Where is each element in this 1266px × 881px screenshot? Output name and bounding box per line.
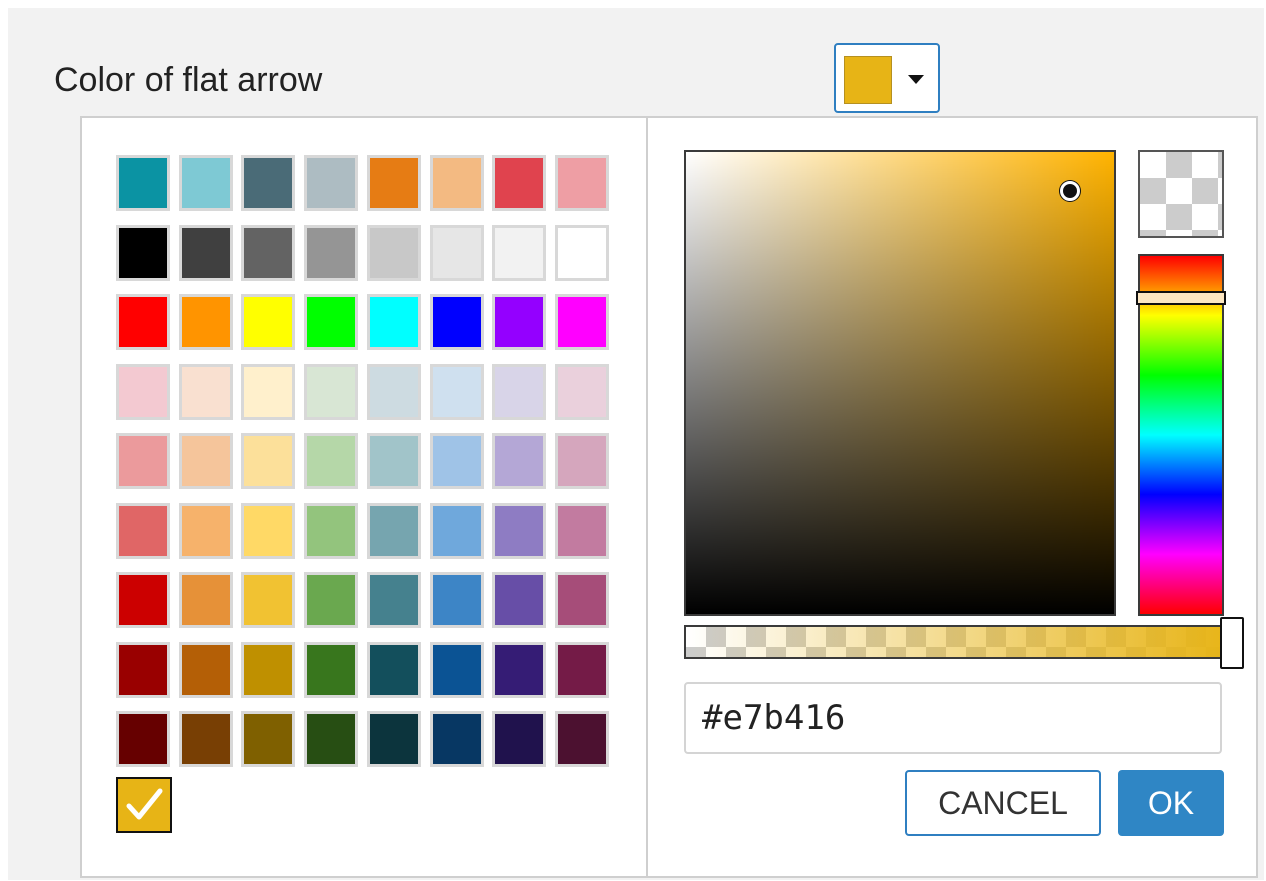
palette-swatch[interactable] bbox=[304, 364, 358, 420]
palette-swatch[interactable] bbox=[367, 225, 421, 281]
palette-swatch[interactable] bbox=[430, 572, 484, 628]
palette-swatch[interactable] bbox=[179, 433, 233, 489]
palette-swatch[interactable] bbox=[492, 711, 546, 767]
palette-swatch[interactable] bbox=[179, 572, 233, 628]
palette-swatch[interactable] bbox=[116, 503, 170, 559]
palette-swatch[interactable] bbox=[367, 155, 421, 211]
ok-button[interactable]: OK bbox=[1118, 770, 1224, 836]
palette-swatch[interactable] bbox=[116, 711, 170, 767]
palette-swatch[interactable] bbox=[241, 155, 295, 211]
palette-swatch[interactable] bbox=[430, 503, 484, 559]
palette-swatch[interactable] bbox=[430, 711, 484, 767]
palette-swatch[interactable] bbox=[430, 225, 484, 281]
palette-swatch[interactable] bbox=[555, 294, 609, 350]
palette-swatch[interactable] bbox=[492, 433, 546, 489]
palette-swatch[interactable] bbox=[430, 294, 484, 350]
palette-swatch[interactable] bbox=[304, 433, 358, 489]
hex-color-input[interactable] bbox=[684, 682, 1222, 754]
palette-swatch[interactable] bbox=[367, 572, 421, 628]
palette-swatch[interactable] bbox=[555, 225, 609, 281]
palette-swatch[interactable] bbox=[241, 364, 295, 420]
palette-swatch[interactable] bbox=[555, 711, 609, 767]
palette-swatch[interactable] bbox=[179, 642, 233, 698]
alpha-slider[interactable] bbox=[684, 625, 1232, 659]
palette-swatch[interactable] bbox=[241, 642, 295, 698]
palette-swatch[interactable] bbox=[430, 433, 484, 489]
palette-swatch[interactable] bbox=[241, 433, 295, 489]
palette-swatch[interactable] bbox=[367, 642, 421, 698]
palette-swatch[interactable] bbox=[492, 364, 546, 420]
palette-swatch[interactable] bbox=[555, 155, 609, 211]
palette-swatch[interactable] bbox=[367, 433, 421, 489]
palette-swatch[interactable] bbox=[304, 225, 358, 281]
palette-swatch[interactable] bbox=[430, 364, 484, 420]
palette-swatch[interactable] bbox=[116, 294, 170, 350]
palette-swatch[interactable] bbox=[116, 642, 170, 698]
palette-swatch[interactable] bbox=[492, 225, 546, 281]
palette-swatch[interactable] bbox=[430, 155, 484, 211]
palette-swatch[interactable] bbox=[555, 364, 609, 420]
sv-black-layer bbox=[686, 152, 1114, 614]
palette-swatch[interactable] bbox=[241, 294, 295, 350]
palette-swatch[interactable] bbox=[116, 155, 170, 211]
alpha-gradient bbox=[686, 627, 1230, 657]
palette-swatch[interactable] bbox=[179, 155, 233, 211]
alpha-slider-handle[interactable] bbox=[1220, 617, 1244, 669]
current-color-swatch bbox=[844, 56, 892, 104]
palette-swatch[interactable] bbox=[555, 572, 609, 628]
transparency-preview bbox=[1138, 150, 1224, 238]
palette-swatch[interactable] bbox=[116, 364, 170, 420]
palette-swatch[interactable] bbox=[367, 294, 421, 350]
palette-swatch[interactable] bbox=[492, 294, 546, 350]
palette-swatch[interactable] bbox=[304, 572, 358, 628]
palette-swatch[interactable] bbox=[241, 572, 295, 628]
palette-swatch[interactable] bbox=[304, 642, 358, 698]
palette-swatch[interactable] bbox=[492, 155, 546, 211]
palette-swatch[interactable] bbox=[179, 503, 233, 559]
palette-swatch[interactable] bbox=[241, 503, 295, 559]
palette-swatch[interactable] bbox=[241, 711, 295, 767]
palette-swatch[interactable] bbox=[367, 503, 421, 559]
color-dropdown-button[interactable] bbox=[834, 43, 940, 113]
palette-swatch[interactable] bbox=[116, 225, 170, 281]
palette-swatch[interactable] bbox=[492, 503, 546, 559]
palette-swatch[interactable] bbox=[179, 364, 233, 420]
saturation-value-area[interactable] bbox=[684, 150, 1116, 616]
selected-color-swatch[interactable] bbox=[116, 777, 172, 833]
palette-swatch[interactable] bbox=[116, 572, 170, 628]
hue-slider-handle[interactable] bbox=[1136, 291, 1226, 305]
palette-swatch[interactable] bbox=[555, 642, 609, 698]
palette-swatch[interactable] bbox=[241, 225, 295, 281]
palette-swatch[interactable] bbox=[492, 642, 546, 698]
palette-swatch[interactable] bbox=[304, 155, 358, 211]
palette-swatch[interactable] bbox=[492, 572, 546, 628]
palette-swatch[interactable] bbox=[304, 503, 358, 559]
palette-swatch[interactable] bbox=[367, 364, 421, 420]
palette-swatch[interactable] bbox=[116, 433, 170, 489]
caret-down-icon bbox=[908, 75, 924, 84]
cancel-button[interactable]: CANCEL bbox=[905, 770, 1101, 836]
popup-divider bbox=[646, 118, 648, 876]
hue-slider[interactable] bbox=[1138, 254, 1224, 616]
sv-marker-handle[interactable] bbox=[1060, 181, 1080, 201]
color-setting-panel: Color of flat arrow CANCEL OK bbox=[0, 0, 1266, 881]
checkmark-icon bbox=[126, 788, 163, 820]
palette-swatch[interactable] bbox=[179, 225, 233, 281]
palette-swatch[interactable] bbox=[430, 642, 484, 698]
palette-swatch[interactable] bbox=[367, 711, 421, 767]
palette-swatch[interactable] bbox=[179, 711, 233, 767]
palette-swatch[interactable] bbox=[555, 503, 609, 559]
field-label: Color of flat arrow bbox=[54, 61, 323, 99]
palette-swatch[interactable] bbox=[555, 433, 609, 489]
palette-swatch[interactable] bbox=[179, 294, 233, 350]
palette-swatch[interactable] bbox=[304, 294, 358, 350]
palette-swatch[interactable] bbox=[304, 711, 358, 767]
